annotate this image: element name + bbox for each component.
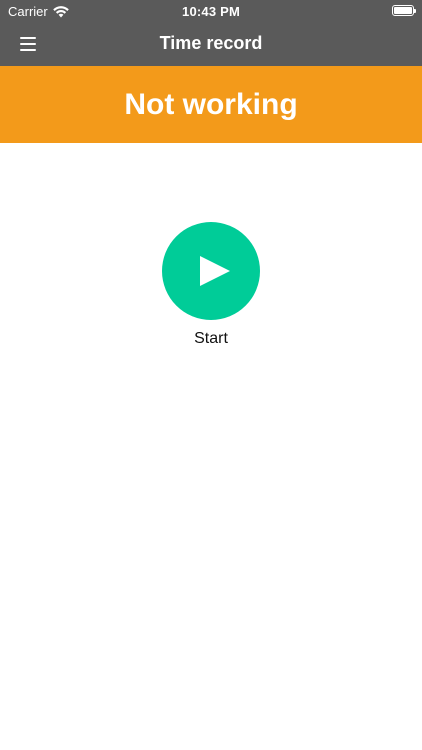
navigation-bar: Time record xyxy=(0,22,422,66)
work-status-banner: Not working xyxy=(0,66,422,143)
battery-icon xyxy=(392,5,416,16)
status-bar: Carrier 10:43 PM xyxy=(0,0,422,22)
app-header: Carrier 10:43 PM Time record xyxy=(0,0,422,66)
play-icon xyxy=(200,256,230,286)
start-button[interactable] xyxy=(162,222,260,320)
battery-level xyxy=(394,7,412,14)
start-section: Start xyxy=(0,222,422,348)
start-label: Start xyxy=(194,330,228,347)
status-time: 10:43 PM xyxy=(182,4,240,19)
page-title: Time record xyxy=(159,33,263,53)
work-status-text: Not working xyxy=(124,87,298,121)
